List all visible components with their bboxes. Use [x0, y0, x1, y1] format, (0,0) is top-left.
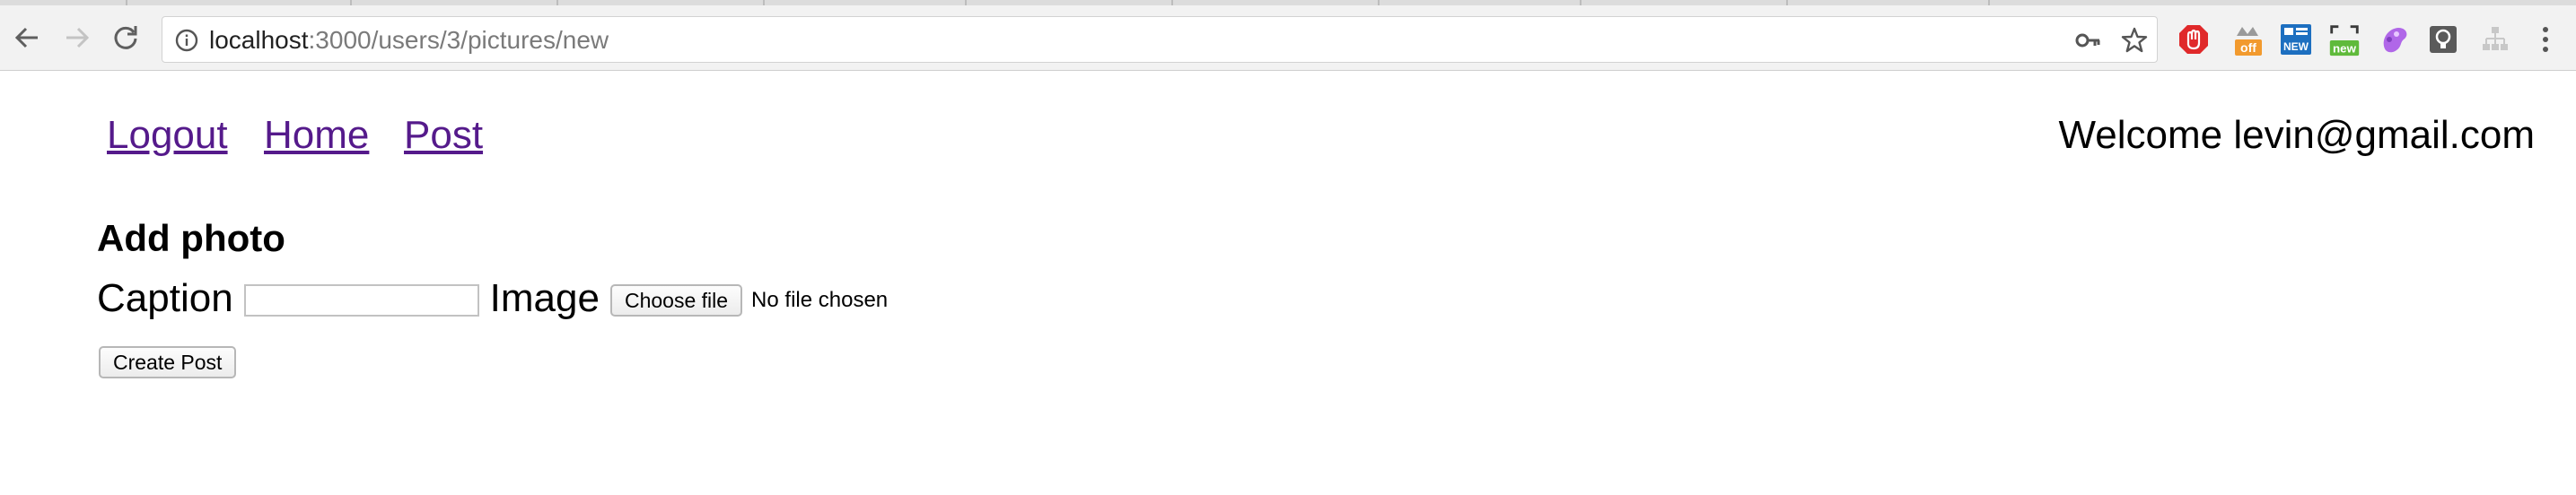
browser-toolbar: localhost:3000/users/3/pictures/new off … [0, 5, 2576, 71]
page-title: Add photo [97, 217, 285, 259]
post-link[interactable]: Post [404, 113, 483, 158]
news-extension-icon[interactable]: NEW [2278, 22, 2314, 57]
welcome-message: Welcome levin@gmail.com [2058, 113, 2535, 157]
extension-badge-new: NEW [2283, 40, 2309, 53]
reload-icon [114, 26, 137, 49]
extension-badge-new: new [2333, 41, 2357, 55]
browser-menu-button[interactable] [2528, 22, 2563, 57]
star-icon[interactable] [2121, 27, 2148, 54]
create-post-button[interactable]: Create Post [99, 346, 237, 378]
arrow-right-icon [66, 27, 90, 48]
info-icon[interactable] [175, 29, 198, 52]
logout-link[interactable]: Logout [107, 113, 228, 158]
caption-label: Caption [97, 276, 233, 320]
address-bar[interactable]: localhost:3000/users/3/pictures/new [162, 16, 2158, 63]
add-photo-form-row: Caption Image Choose file No file chosen [97, 273, 888, 325]
sitemap-extension-icon[interactable] [2477, 22, 2513, 57]
back-button[interactable] [7, 18, 47, 57]
url-text[interactable]: localhost:3000/users/3/pictures/new [209, 26, 609, 55]
url-path: :3000/users/3/pictures/new [308, 26, 609, 54]
caption-input[interactable] [243, 284, 479, 317]
kebab-menu-icon [2543, 27, 2548, 52]
forward-button[interactable] [57, 18, 97, 57]
paint-extension-icon[interactable] [2377, 22, 2413, 57]
key-icon[interactable] [2074, 27, 2101, 54]
arrow-left-icon [14, 27, 38, 48]
choose-file-button[interactable]: Choose file [609, 284, 743, 317]
file-status-text: No file chosen [751, 288, 889, 312]
extension-badge-off: off [2240, 40, 2256, 55]
home-link[interactable]: Home [264, 113, 369, 158]
image-label: Image [489, 276, 600, 320]
url-host: localhost [209, 26, 309, 54]
reload-button[interactable] [106, 18, 145, 57]
screenshot-extension-icon[interactable]: new [2326, 22, 2362, 57]
tampermonkey-extension-icon[interactable]: off [2230, 22, 2265, 57]
adblock-extension-icon[interactable] [2176, 22, 2212, 57]
keep-extension-icon[interactable] [2425, 22, 2461, 57]
